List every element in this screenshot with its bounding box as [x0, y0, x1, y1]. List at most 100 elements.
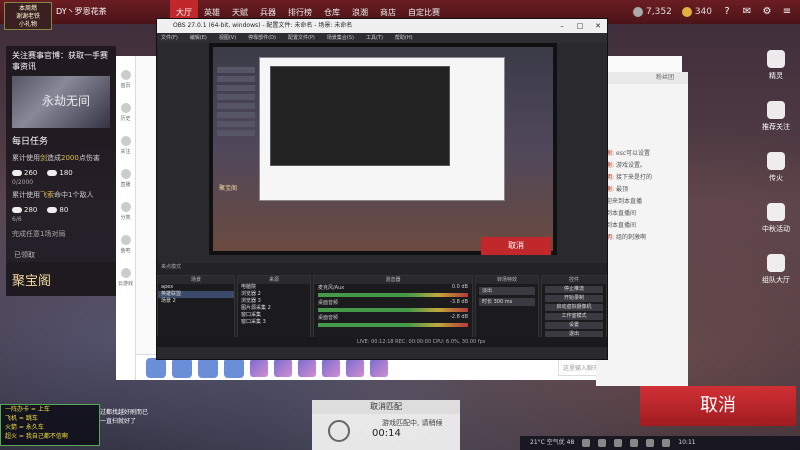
sprite-icon [767, 50, 785, 68]
settings-button[interactable]: 设置 [545, 322, 603, 329]
chat-message: 来到本直播间 [596, 208, 688, 220]
gift-thumb[interactable] [370, 358, 388, 377]
nav-fish-bar[interactable]: 鱼吧 [116, 235, 135, 254]
tray-icon[interactable] [614, 439, 623, 447]
source-item[interactable]: 窗口采集 3 [238, 319, 310, 326]
clock[interactable]: 10:11 [678, 436, 695, 450]
chat-text: 组的刺激啊 [615, 234, 646, 241]
reward: 280 [12, 206, 37, 214]
reward-value: 80 [59, 206, 69, 214]
treasure-pavilion-button[interactable]: 聚宝阁 [6, 262, 116, 296]
complete-task-link[interactable]: 完成任意1场对局 [6, 227, 116, 241]
close-icon[interactable]: ✕ [589, 19, 607, 33]
chat-text: 游戏设置。 [615, 162, 646, 169]
reward-icon [47, 170, 58, 176]
menu-file[interactable]: 文件(F) [161, 33, 178, 43]
menu-help[interactable]: 帮助(H) [395, 33, 413, 43]
menu-edit[interactable]: 编辑(E) [190, 33, 207, 43]
minimize-icon[interactable]: – [553, 19, 571, 33]
dock-titles: 来点模式 [157, 263, 607, 271]
mid-autumn-button[interactable]: 中秋活动 [756, 203, 796, 234]
volume-meter[interactable] [318, 293, 468, 297]
volume-meter[interactable] [318, 323, 468, 327]
nav-label: 历史 [120, 116, 131, 122]
gift-icon[interactable] [172, 357, 192, 378]
menu-view[interactable]: 视图(V) [219, 33, 236, 43]
volume-meter[interactable] [318, 308, 468, 312]
reward-icon [12, 207, 22, 213]
virtual-camera-button[interactable]: 启动虚拟摄像机 [545, 304, 603, 311]
pass-fire-button[interactable]: 传火 [756, 152, 796, 183]
menu-profile[interactable]: 配置文件(P) [288, 33, 315, 43]
tray-icon[interactable] [598, 439, 607, 447]
rc-label: 组队大厅 [762, 276, 790, 284]
scene-item[interactable]: 英雄联盟 [158, 291, 234, 298]
cancel-button[interactable]: 取消 [640, 386, 796, 426]
task-progress: 0/2000 [12, 179, 34, 186]
weather-text[interactable]: 21°C 空气优 48 [530, 436, 574, 450]
recommend-button[interactable]: 推荐关注 [756, 101, 796, 132]
controls-dock: 控件 停止推流 开始录制 启动虚拟摄像机 工作室模式 设置 退出 [541, 275, 607, 343]
menu-tools[interactable]: 工具(T) [366, 33, 383, 43]
gift-thumb[interactable] [274, 358, 292, 377]
dock-header: 转场特效 [476, 276, 538, 284]
tray-icon[interactable] [662, 439, 671, 447]
chat-tab-fans[interactable]: 粉丝团 [642, 72, 688, 84]
gift-icon[interactable] [146, 357, 166, 378]
gift-thumb[interactable] [250, 358, 268, 377]
team-lobby-button[interactable]: 组队大厅 [756, 254, 796, 285]
tray-icon[interactable] [646, 439, 655, 447]
chat-message: 欢迎来到本直播 [596, 196, 688, 208]
scene-item[interactable]: apex [158, 284, 234, 291]
nav-history[interactable]: 历史 [116, 103, 135, 122]
nav-category[interactable]: 分类 [116, 202, 135, 221]
rc-label: 中秋活动 [762, 225, 790, 233]
source-item[interactable]: 窗口采集 [238, 312, 310, 319]
nav-follow[interactable]: 关注 [116, 136, 135, 155]
studio-mode-button[interactable]: 工作室模式 [545, 313, 603, 320]
rc-label: 推荐关注 [762, 123, 790, 131]
gift-icon[interactable] [224, 357, 244, 378]
obs-window: OBS 27.0.1 (64-bit, windows) - 配置文件: 未命名… [156, 18, 608, 360]
menu-icon[interactable]: ≡ [782, 7, 792, 17]
transition-select[interactable]: 淡出 [479, 287, 535, 295]
duration-field[interactable]: 时长 300 ms [479, 298, 535, 306]
gift-thumb[interactable] [322, 358, 340, 377]
nav-home[interactable]: 首页 [116, 70, 135, 89]
event-banner[interactable]: 永劫无间 [12, 76, 110, 128]
nav-cloud-game[interactable]: 云游戏 [116, 268, 135, 287]
mail-icon[interactable]: ✉ [742, 7, 752, 17]
grid-icon [120, 202, 131, 212]
start-recording-button[interactable]: 开始录制 [545, 295, 603, 302]
chat-message: 小明: 接下来是打的 [596, 172, 688, 184]
coin-gold-value: 340 [694, 7, 712, 17]
tray-icon[interactable] [630, 439, 639, 447]
preview-nested-screen [259, 57, 505, 201]
menu-docks[interactable]: 停靠部件(D) [248, 33, 276, 43]
obs-preview[interactable]: 聚宝阁 取消 [209, 43, 557, 255]
cancel-match-title[interactable]: 取消匹配 [312, 400, 460, 414]
nav-live[interactable]: 直播 [116, 169, 135, 188]
follow-title[interactable]: 关注赛事官博：获取一手赛事资讯 [6, 46, 116, 76]
match-status: 游戏匹配中, 请稍候 [382, 419, 443, 427]
source-item[interactable]: 浏览器 2 [238, 291, 310, 298]
maximize-icon[interactable]: □ [571, 19, 589, 33]
stop-streaming-button[interactable]: 停止推流 [545, 286, 603, 293]
source-item[interactable]: 电脑院 [238, 284, 310, 291]
gold-icon [681, 7, 692, 17]
menu-scene-collection[interactable]: 场景集合(S) [327, 33, 354, 43]
history-icon [120, 103, 131, 113]
source-item[interactable]: 图片源采集 2 [238, 305, 310, 312]
tray-icon[interactable] [582, 439, 591, 447]
sprite-button[interactable]: 精灵 [756, 50, 796, 81]
fish-icon [120, 235, 131, 245]
gift-icon[interactable] [198, 357, 218, 378]
scene-item[interactable]: 场景 2 [158, 298, 234, 305]
source-item[interactable]: 浏览器 3 [238, 298, 310, 305]
gift-thumb[interactable] [346, 358, 364, 377]
settings-icon[interactable]: ⚙ [762, 7, 772, 17]
gift-thumb[interactable] [298, 358, 316, 377]
match-body: 游戏匹配中, 请稍候 [312, 414, 460, 442]
chat-message: 来到本直播间 [596, 220, 688, 232]
help-icon[interactable]: ? [722, 7, 732, 17]
